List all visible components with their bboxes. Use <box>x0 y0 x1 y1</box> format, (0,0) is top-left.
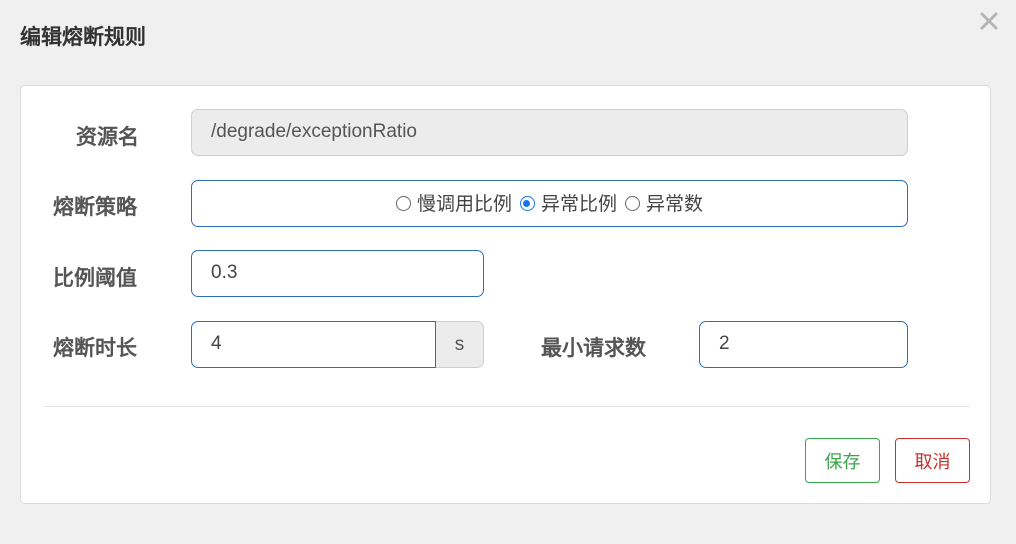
radio-button-checked-icon[interactable] <box>519 196 535 211</box>
min-request-label: 最小请求数 <box>541 336 646 360</box>
dialog-title: 编辑熔断规则 <box>20 25 146 49</box>
form-panel: 资源名 /degrade/exceptionRatio 熔断策略 慢调用比例 异… <box>20 85 991 504</box>
resource-label: 资源名 <box>76 125 139 149</box>
break-duration-input[interactable]: 4 <box>191 321 436 368</box>
strategy-radio-group: 慢调用比例 异常比例 异常数 <box>191 180 908 227</box>
save-button[interactable]: 保存 <box>805 438 880 483</box>
strategy-label: 熔断策略 <box>53 195 137 219</box>
duration-unit-addon: s <box>436 321 484 368</box>
radio-label: 异常数 <box>646 192 704 215</box>
radio-button-icon[interactable] <box>625 196 640 211</box>
radio-label: 慢调用比例 <box>416 192 512 215</box>
radio-exception-count[interactable]: 异常数 <box>625 190 703 218</box>
cancel-button[interactable]: 取消 <box>895 438 970 483</box>
resource-name-input[interactable]: /degrade/exceptionRatio <box>191 109 908 156</box>
break-duration-label: 熔断时长 <box>53 336 137 360</box>
divider <box>44 406 970 407</box>
radio-label: 异常比例 <box>540 192 617 215</box>
radio-exception-ratio[interactable]: 异常比例 <box>519 190 617 218</box>
radio-button-icon[interactable] <box>395 196 411 211</box>
ratio-threshold-label: 比例阈值 <box>53 266 137 290</box>
min-request-input[interactable]: 2 <box>699 321 908 368</box>
radio-slow-call-ratio[interactable]: 慢调用比例 <box>395 190 512 218</box>
ratio-threshold-input[interactable]: 0.3 <box>191 250 484 297</box>
close-icon[interactable] <box>978 10 1000 32</box>
